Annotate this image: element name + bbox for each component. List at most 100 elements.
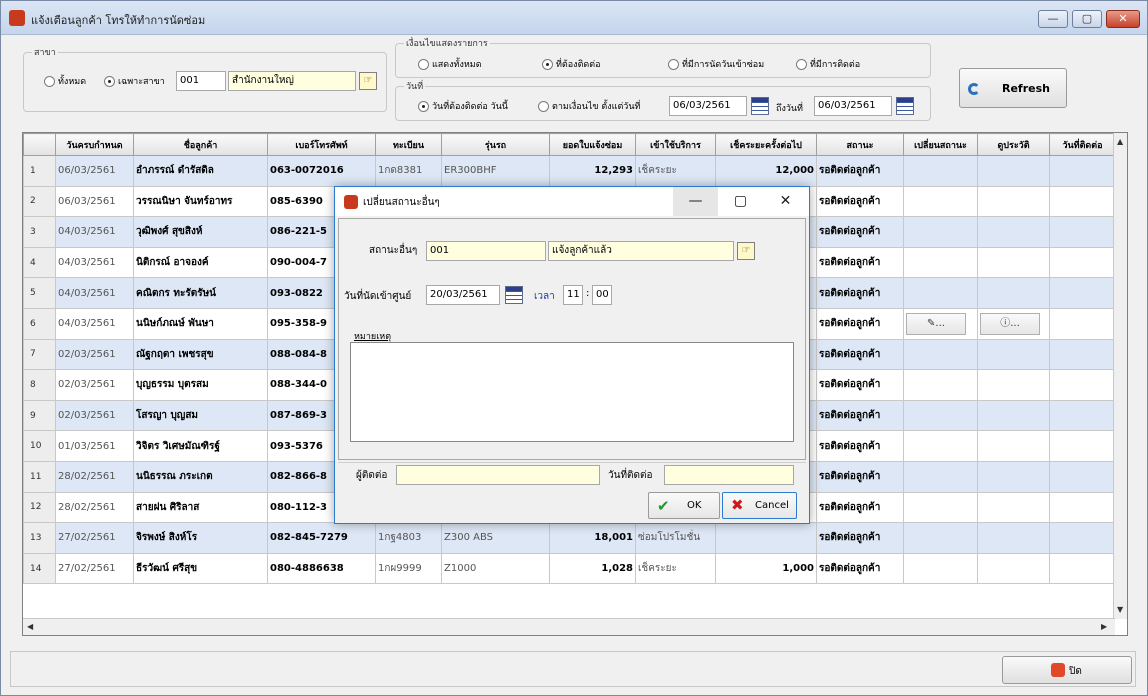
maximize-button[interactable]: ▢ [1072, 10, 1102, 28]
horizontal-scrollbar[interactable]: ◀ ▶ [23, 618, 1115, 635]
cell-history [977, 460, 1050, 493]
cell-change [903, 338, 978, 371]
note-label: หมายเหตุ [354, 332, 392, 342]
ok-button[interactable]: ✔ OK [648, 492, 720, 519]
column-header[interactable]: วันครบกำหนด [55, 133, 134, 156]
cell-name: วรรณนิษา จันทร์อาทร [133, 185, 268, 218]
cell-phone: 080-4886638 [267, 552, 376, 585]
cell-amount: 1,028 [549, 552, 636, 585]
cell-contact [1049, 185, 1116, 218]
cell-change [903, 185, 978, 218]
display-condition-group: เงื่อนไขแสดงรายการ แสดงทั้งหมด ที่ต้องติ… [395, 36, 931, 78]
cell-name: วุฒิพงศ์ สุขสิงห์ [133, 216, 268, 248]
date-today-radio[interactable]: วันที่ต้องติดต่อ วันนี้ [418, 99, 508, 113]
vertical-scrollbar[interactable]: ▲ ▼ [1113, 133, 1127, 619]
cell-service: ซ่อมโปรโมชั่น [635, 522, 716, 554]
close-window-button[interactable]: ✕ [1106, 10, 1140, 28]
column-header[interactable]: เช็คระยะครั้งต่อไป [715, 133, 817, 156]
refresh-button[interactable]: Refresh [959, 68, 1067, 108]
appointment-date-field[interactable]: 20/03/2561 [426, 285, 500, 305]
column-header[interactable]: สถานะ [816, 133, 904, 156]
cell-change: ✎... [903, 307, 978, 340]
display-need-contact-radio[interactable]: ที่ต้องติดต่อ [542, 57, 601, 71]
hour-field[interactable]: 11 [563, 285, 583, 305]
cell-status: รอติดต่อลูกค้า [816, 338, 904, 371]
date-from-field[interactable]: 06/03/2561 [669, 96, 747, 116]
branch-picker-icon[interactable]: ☞ [359, 72, 377, 90]
cell-date: 27/02/2561 [55, 522, 134, 554]
column-header[interactable]: ทะเบียน [375, 133, 442, 156]
app-logo-icon [344, 195, 358, 209]
table-row[interactable]: 14 27/02/2561 ธีรวัฒน์ ศรีสุข 080-4886638 1ก… [23, 552, 1116, 585]
date-to-field[interactable]: 06/03/2561 [814, 96, 892, 116]
cell-next: 1,000 [715, 552, 817, 585]
branch-name-field: สำนักงานใหญ่ [228, 71, 356, 91]
table-row[interactable]: 13 27/02/2561 จิรพงษ์ สิงห์โร 082-845-7279 1… [23, 522, 1116, 554]
branch-all-radio[interactable]: ทั้งหมด [44, 74, 86, 88]
cell-change [903, 277, 978, 309]
refresh-label: Refresh [1002, 82, 1050, 95]
change-status-button[interactable]: ✎... [906, 312, 966, 335]
branch-all-label: ทั้งหมด [58, 77, 87, 87]
calendar-icon[interactable] [751, 97, 769, 115]
cell-status: รอติดต่อลูกค้า [816, 246, 904, 279]
cell-status: รอติดต่อลูกค้า [816, 369, 904, 401]
cell-name: สายฝน ศิริลาส [133, 491, 268, 524]
display-contacted-radio[interactable]: ที่มีการติดต่อ [796, 57, 860, 71]
close-label: ปิด [1069, 666, 1082, 677]
column-header[interactable]: เบอร์โทรศัพท์ [267, 133, 376, 156]
scroll-left-icon[interactable]: ◀ [27, 622, 33, 631]
column-header[interactable]: เข้าใช้บริการ [635, 133, 716, 156]
date-today-label: วันที่ต้องติดต่อ วันนี้ [432, 102, 508, 112]
note-textarea[interactable] [350, 342, 794, 442]
scroll-up-icon[interactable]: ▲ [1117, 137, 1123, 146]
scroll-right-icon[interactable]: ▶ [1101, 622, 1107, 631]
branch-group: สาขา ทั้งหมด เฉพาะสาขา 001 สำนักงานใหญ่ … [23, 45, 387, 112]
column-header[interactable]: ยอดใบแจ้งซ่อม [549, 133, 636, 156]
dialog-maximize-button[interactable]: ▢ [718, 187, 763, 216]
cell-model: Z1000 [441, 552, 550, 585]
cell-change [903, 460, 978, 493]
close-button[interactable]: ปิด [1002, 656, 1132, 684]
calendar-icon[interactable] [505, 286, 523, 304]
dialog-minimize-button[interactable]: — [673, 187, 718, 216]
cell-status: รอติดต่อลูกค้า [816, 216, 904, 248]
branch-only-radio[interactable]: เฉพาะสาขา [104, 74, 165, 88]
display-all-radio[interactable]: แสดงทั้งหมด [418, 57, 482, 71]
view-history-button[interactable]: ⓘ... [980, 312, 1040, 335]
cell-history [977, 155, 1050, 187]
status-code-field[interactable]: 001 [426, 241, 546, 261]
display-appointment-radio[interactable]: ที่มีการนัดวันเข้าซ่อม [668, 57, 764, 71]
row-number: 3 [23, 216, 56, 248]
table-row[interactable]: 1 06/03/2561 อำภรรณ์ ดำรัสดิล 063-0072016 1ก… [23, 155, 1116, 187]
branch-code-field[interactable]: 001 [176, 71, 226, 91]
column-header[interactable]: ดูประวัติ [977, 133, 1050, 156]
date-legend: วันที่ [404, 79, 426, 93]
radio-dot [796, 58, 807, 70]
grid-header-row: วันครบกำหนด ชื่อลูกค้า เบอร์โทรศัพท์ ทะเบีย… [23, 133, 1116, 156]
minute-field[interactable]: 00 [592, 285, 612, 305]
cancel-button[interactable]: ✖ Cancel [722, 492, 797, 519]
column-header[interactable]: รุ่นรถ [441, 133, 550, 156]
cell-name: จิรพงษ์ สิงห์โร [133, 522, 268, 554]
cell-contact [1049, 338, 1116, 371]
calendar-icon[interactable] [896, 97, 914, 115]
dialog-close-button[interactable]: ✕ [763, 187, 808, 216]
scroll-down-icon[interactable]: ▼ [1117, 605, 1123, 614]
column-header[interactable]: ชื่อลูกค้า [133, 133, 268, 156]
cell-history: ⓘ... [977, 307, 1050, 340]
cell-history [977, 369, 1050, 401]
app-logo-icon [9, 10, 25, 26]
column-header[interactable]: เปลี่ยนสถานะ [903, 133, 978, 156]
status-picker-icon[interactable]: ☞ [737, 242, 755, 260]
cell-date: 06/03/2561 [55, 185, 134, 218]
display-contacted-label: ที่มีการติดต่อ [810, 60, 861, 70]
cell-date: 04/03/2561 [55, 246, 134, 279]
row-number: 4 [23, 246, 56, 279]
row-number: 14 [23, 552, 56, 585]
date-range-radio[interactable]: ตามเงื่อนไข ตั้งแต่วันที่ [538, 99, 640, 113]
minimize-button[interactable]: — [1038, 10, 1068, 28]
status-label: สถานะอื่นๆ [369, 245, 418, 256]
column-header[interactable]: วันที่ติดต่อ [1049, 133, 1116, 156]
cell-status: รอติดต่อลูกค้า [816, 491, 904, 524]
